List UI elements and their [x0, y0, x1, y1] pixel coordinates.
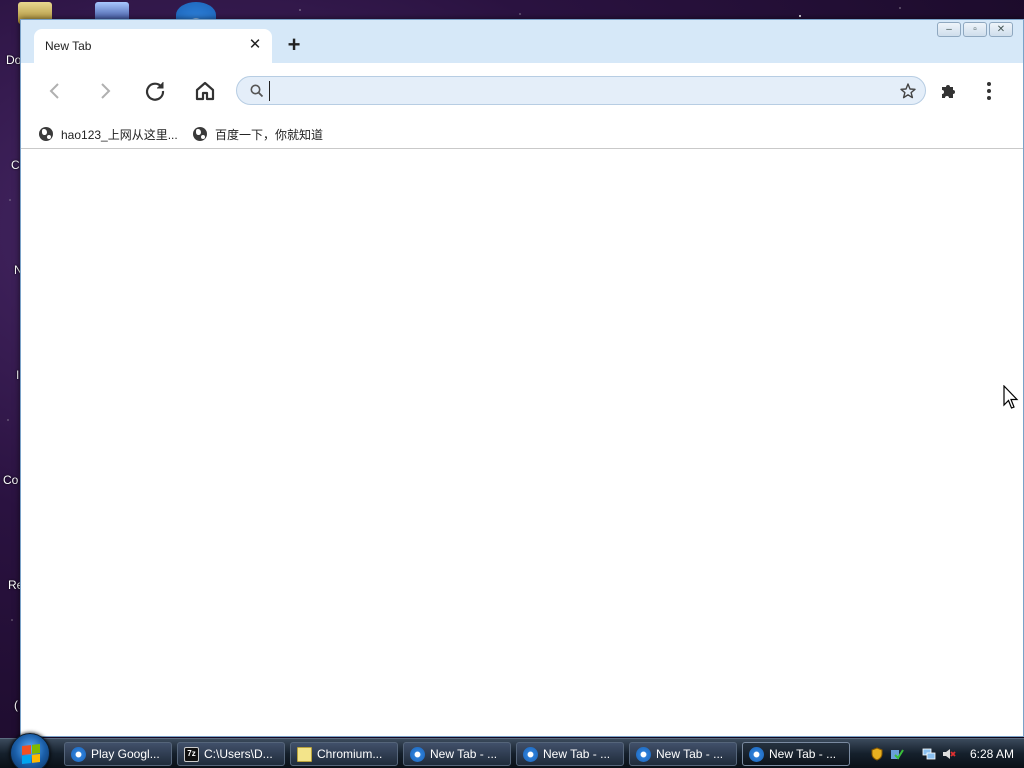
- chromium-icon: [523, 746, 538, 762]
- maximize-button[interactable]: ▫: [963, 22, 987, 37]
- chromium-icon: [636, 746, 651, 762]
- bookmark-hao123[interactable]: hao123_上网从这里...: [39, 123, 178, 145]
- 7zip-icon: 7z: [184, 746, 199, 762]
- chromium-icon: [749, 746, 764, 762]
- network-icon[interactable]: [922, 747, 936, 761]
- tab-close-icon[interactable]: ✕: [246, 36, 264, 54]
- windows-logo-icon: [22, 744, 40, 764]
- volume-muted-icon[interactable]: [942, 747, 956, 761]
- puzzle-icon: [942, 85, 955, 98]
- taskbar-item-play-google[interactable]: Play Googl...: [64, 742, 172, 766]
- globe-icon: [193, 127, 207, 141]
- security-shield-icon[interactable]: [870, 747, 884, 761]
- taskbar-item-chromium-folder[interactable]: Chromium...: [290, 742, 398, 766]
- clock[interactable]: 6:28 AM: [970, 747, 1014, 761]
- minimize-button[interactable]: –: [937, 22, 961, 37]
- bookmark-label: hao123_上网从这里...: [61, 127, 178, 142]
- update-check-icon[interactable]: [890, 747, 904, 761]
- back-arrow-icon: [49, 83, 59, 99]
- taskbar: Play Googl... 7z C:\Users\D... Chromium.…: [0, 733, 1024, 768]
- bookmarks-bar: hao123_上网从这里... 百度一下，你就知道: [21, 119, 1023, 149]
- taskbar-item-label: New Tab - ...: [656, 747, 724, 761]
- reload-button[interactable]: [141, 77, 169, 105]
- taskbar-item-new-tab-1[interactable]: New Tab - ...: [403, 742, 511, 766]
- taskbar-item-new-tab-3[interactable]: New Tab - ...: [629, 742, 737, 766]
- address-bar[interactable]: [236, 76, 926, 105]
- browser-window: New Tab ✕ + – ▫ ✕ hao123_上网从这里... 百度一下，你…: [20, 19, 1024, 737]
- star-icon[interactable]: [899, 82, 917, 100]
- address-input[interactable]: [269, 81, 889, 101]
- new-tab-button[interactable]: +: [282, 34, 306, 58]
- chromium-icon: [410, 746, 425, 762]
- tab-new-tab[interactable]: New Tab ✕: [34, 29, 272, 63]
- window-controls: – ▫ ✕: [937, 22, 1013, 37]
- bookmark-label: 百度一下，你就知道: [215, 127, 324, 142]
- taskbar-item-label: Play Googl...: [91, 747, 160, 761]
- home-icon: [195, 81, 215, 101]
- taskbar-item-label: Chromium...: [317, 747, 383, 761]
- chromium-icon: [71, 746, 86, 762]
- taskbar-item-label: New Tab - ...: [769, 747, 837, 761]
- taskbar-item-label: New Tab - ...: [430, 747, 498, 761]
- page-content[interactable]: [21, 150, 1023, 736]
- tab-title: New Tab: [45, 39, 92, 53]
- browser-titlebar[interactable]: New Tab ✕ + – ▫ ✕: [21, 20, 1023, 63]
- extensions-button[interactable]: [934, 77, 962, 105]
- taskbar-item-label: C:\Users\D...: [204, 747, 273, 761]
- globe-icon: [39, 127, 53, 141]
- taskbar-item-new-tab-2[interactable]: New Tab - ...: [516, 742, 624, 766]
- system-tray: 6:28 AM: [870, 742, 1020, 766]
- close-window-button[interactable]: ✕: [989, 22, 1013, 37]
- browser-toolbar: [21, 63, 1023, 119]
- forward-button[interactable]: [91, 77, 119, 105]
- mouse-cursor-icon: [1003, 385, 1019, 409]
- file-icon: [297, 746, 312, 762]
- bookmark-baidu[interactable]: 百度一下，你就知道: [193, 123, 323, 145]
- search-icon: [250, 84, 264, 98]
- taskbar-item-new-tab-4[interactable]: New Tab - ...: [742, 742, 850, 766]
- browser-menu-button[interactable]: [975, 77, 1003, 105]
- back-button[interactable]: [41, 77, 69, 105]
- start-button[interactable]: [10, 733, 50, 768]
- taskbar-item-label: New Tab - ...: [543, 747, 611, 761]
- home-button[interactable]: [191, 77, 219, 105]
- taskbar-item-7zip[interactable]: 7z C:\Users\D...: [177, 742, 285, 766]
- kebab-menu-icon: [987, 82, 991, 100]
- reload-icon: [145, 82, 165, 101]
- forward-arrow-icon: [101, 83, 111, 99]
